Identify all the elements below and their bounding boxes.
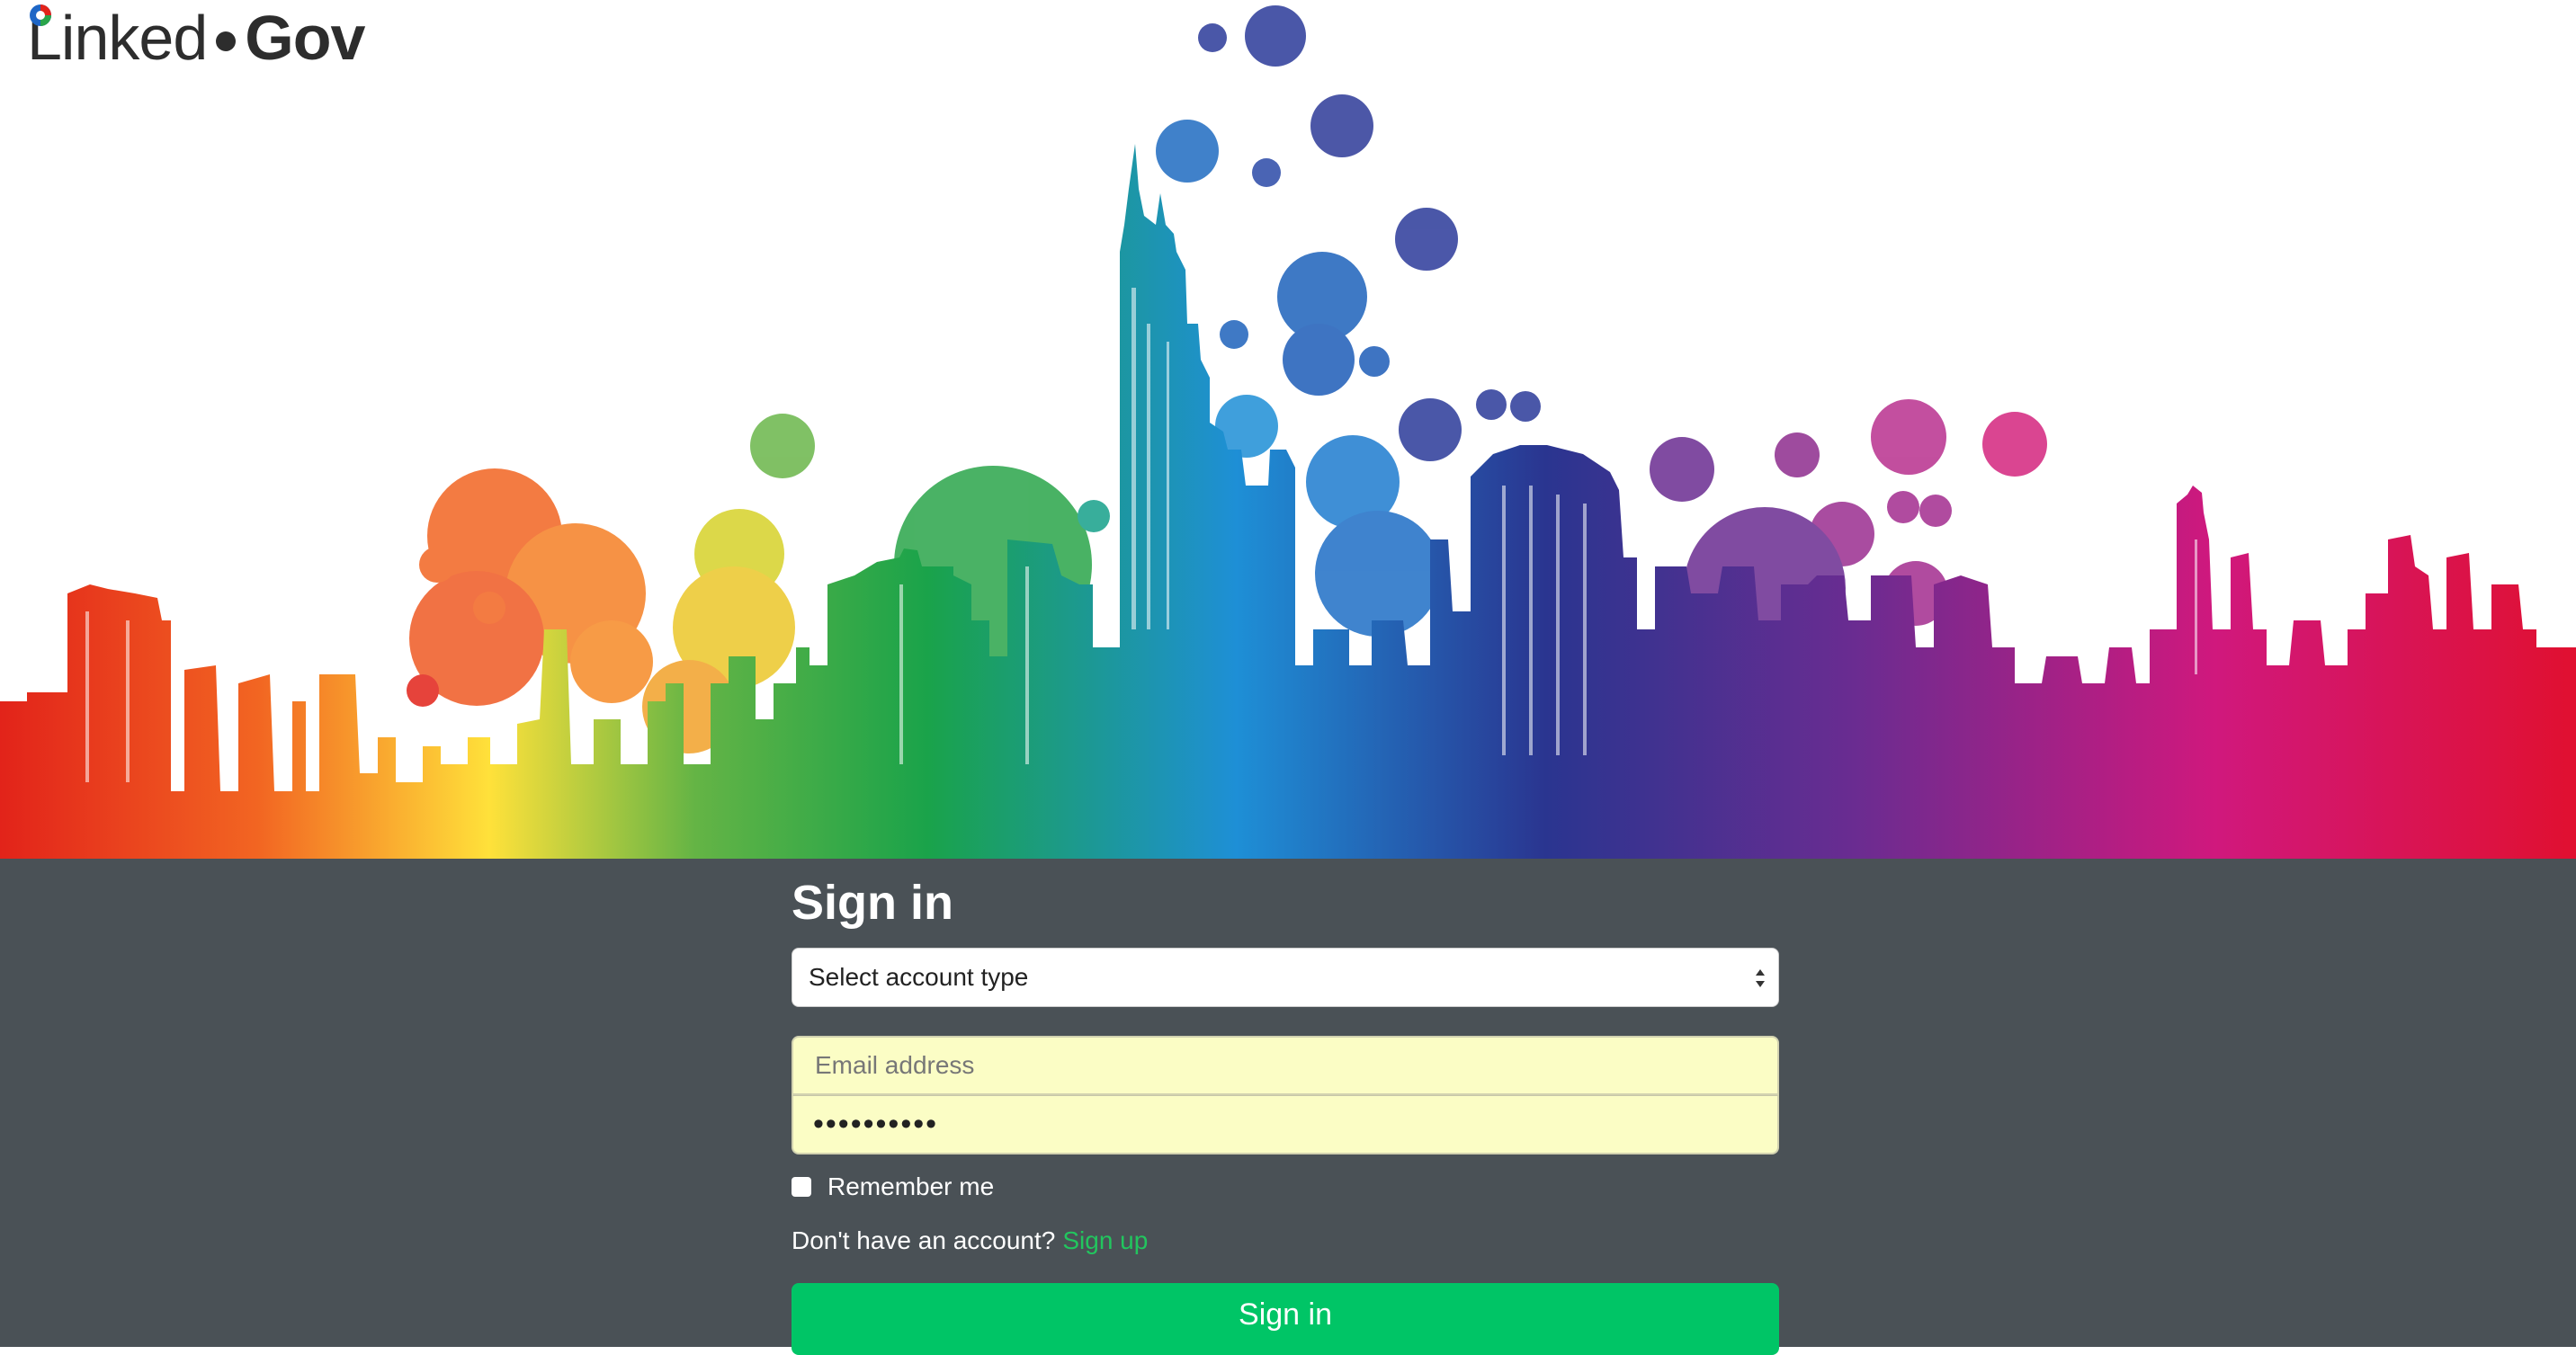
hero-banner: Linked Gov [0,0,2576,859]
remember-label: Remember me [827,1172,995,1200]
signin-submit-button[interactable]: Sign in [792,1283,1779,1355]
password-field[interactable] [792,1095,1779,1154]
select-arrows-icon [1756,969,1765,987]
remember-checkbox[interactable] [792,1177,811,1197]
email-input[interactable] [793,1050,1777,1081]
email-field[interactable] [792,1036,1779,1095]
signup-prompt-line: Don't have an account? Sign up [792,1226,1148,1255]
password-input[interactable] [793,1106,1777,1143]
account-type-select[interactable]: Select account type [792,948,1779,1007]
brand-separator-dot [216,31,237,51]
logo-mark-icon [30,4,51,26]
brand-name-part1: Linked [27,3,208,73]
account-type-selected: Select account type [809,963,1029,991]
remember-me[interactable]: Remember me [792,1172,994,1201]
brand-logo[interactable]: Linked Gov [27,2,365,74]
signin-panel: Sign in Select account type Remember me … [0,859,2576,1355]
signup-prompt: Don't have an account? [792,1226,1056,1254]
signin-title: Sign in [792,876,953,930]
rainbow-skyline-illustration [0,5,2576,859]
signup-link[interactable]: Sign up [1062,1226,1148,1254]
brand-name-part2: Gov [245,3,365,73]
